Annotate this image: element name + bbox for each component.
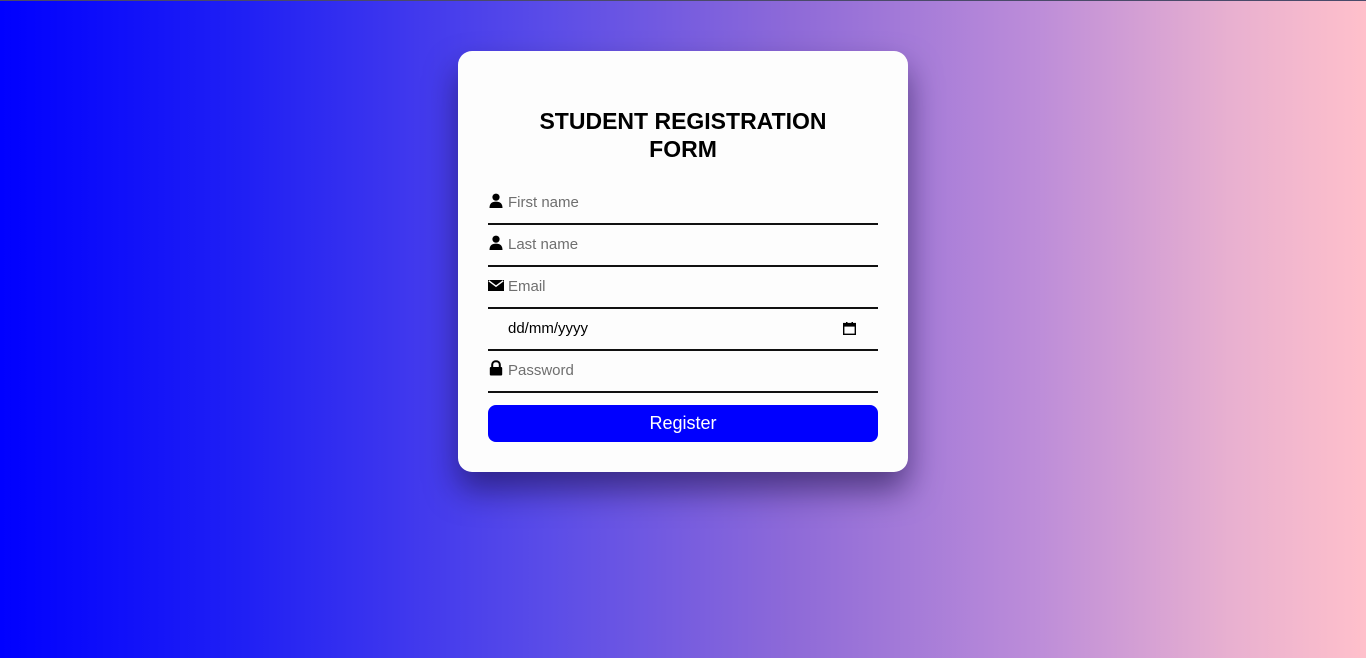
form-title-line-1: STUDENT REGISTRATION: [539, 108, 827, 134]
first-name-input[interactable]: [508, 183, 874, 221]
envelope-icon: [488, 280, 504, 291]
first-name-field: [488, 183, 878, 225]
user-icon: [489, 193, 503, 208]
form-title-line-2: FORM: [649, 136, 717, 162]
last-name-field: [488, 225, 878, 267]
last-name-input[interactable]: [508, 225, 874, 263]
date-input-text[interactable]: dd/mm/yyyy: [508, 320, 588, 337]
user-icon: [489, 235, 503, 250]
lock-icon: [489, 360, 503, 376]
registration-card: STUDENT REGISTRATION FORM dd/mm/yyyy: [458, 51, 908, 472]
calendar-icon[interactable]: [843, 322, 856, 335]
register-button[interactable]: Register: [488, 405, 878, 442]
email-field: [488, 267, 878, 309]
date-of-birth-field[interactable]: dd/mm/yyyy: [488, 309, 878, 351]
password-input[interactable]: [508, 351, 874, 389]
top-border-line: [0, 0, 1366, 1]
email-input[interactable]: [508, 267, 874, 305]
password-field: [488, 351, 878, 393]
form-title: STUDENT REGISTRATION FORM: [458, 107, 908, 163]
